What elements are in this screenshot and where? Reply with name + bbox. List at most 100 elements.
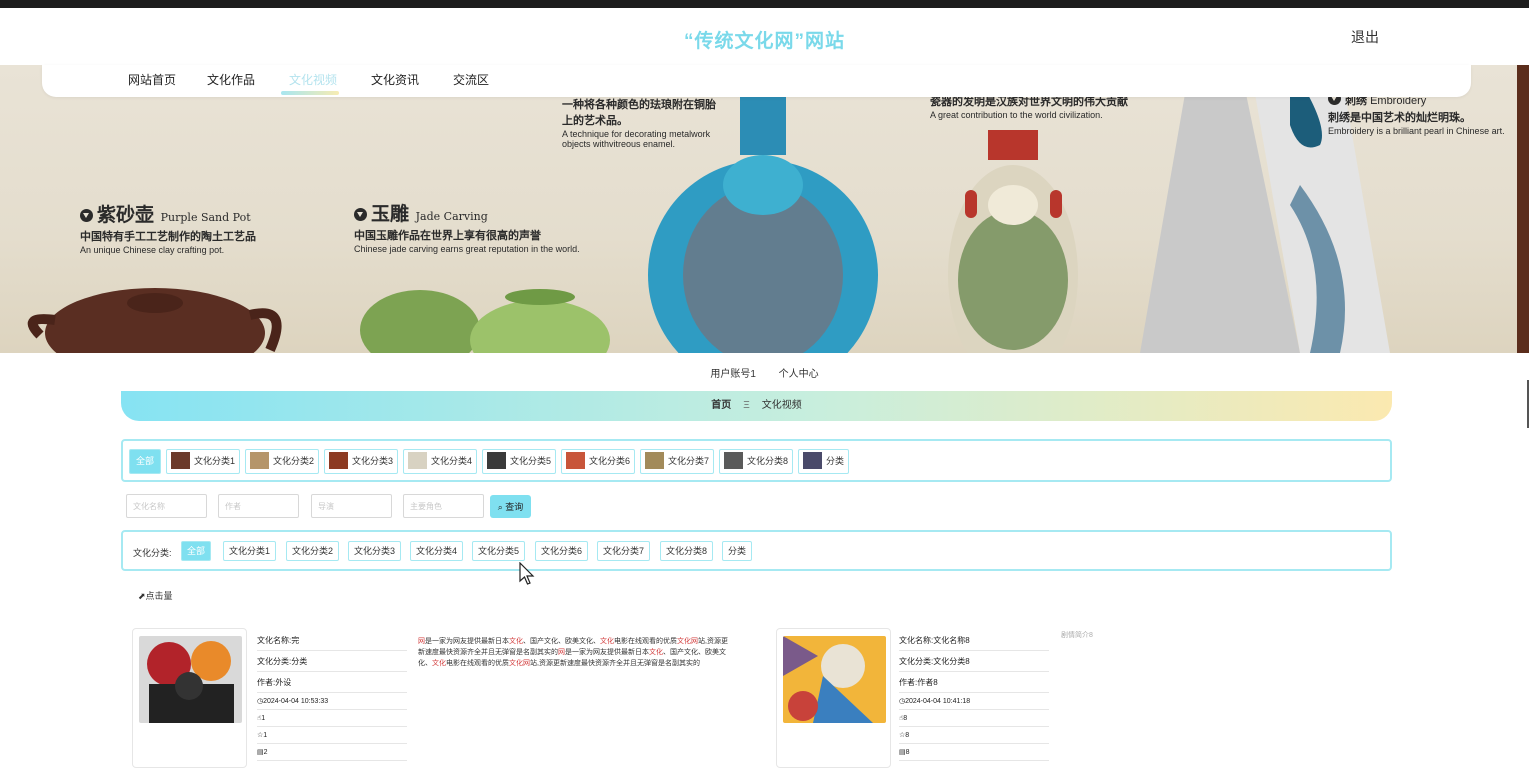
video-time: ◷2024-04-04 10:53:33 bbox=[257, 693, 407, 710]
user-center-link[interactable]: 个人中心 bbox=[779, 369, 819, 380]
filter-button[interactable]: 文化分类6 bbox=[535, 541, 589, 561]
search-name-input[interactable] bbox=[126, 494, 207, 518]
thumbnail-image bbox=[783, 636, 886, 723]
video-name: 文化名称:完 bbox=[257, 630, 407, 651]
category-filter: 文化分类: 全部 文化分类1 文化分类2 文化分类3 文化分类4 文化分类5 文… bbox=[121, 530, 1392, 571]
video-clicks: ▤2 bbox=[257, 744, 407, 761]
video-clicks: ▤8 bbox=[899, 744, 1049, 761]
video-brief-label: 剧情简介8 bbox=[1061, 632, 1093, 639]
highlight-text: 文化网 bbox=[677, 638, 698, 645]
category-thumb bbox=[803, 452, 822, 470]
highlight-text: 网 bbox=[418, 638, 425, 645]
nav-home[interactable]: 网站首页 bbox=[128, 71, 176, 88]
video-favorites: ☆8 bbox=[899, 727, 1049, 744]
video-likes: ☝1 bbox=[257, 710, 407, 727]
filter-button[interactable]: 文化分类3 bbox=[348, 541, 402, 561]
description-text: 电影在线观看的优质 bbox=[614, 638, 677, 645]
site-title: “传统文化网”网站 bbox=[683, 31, 845, 52]
filter-button[interactable]: 文化分类1 bbox=[223, 541, 277, 561]
filter-button[interactable]: 文化分类4 bbox=[410, 541, 464, 561]
filter-button[interactable]: 文化分类2 bbox=[286, 541, 340, 561]
nav-works[interactable]: 文化作品 bbox=[207, 71, 255, 88]
category-button[interactable]: 文化分类1 bbox=[166, 449, 241, 474]
filter-all-button[interactable]: 全部 bbox=[181, 541, 212, 561]
caption-cloisonne: 一种将各种颜色的珐琅附在铜胎上的艺术品。 A technique for dec… bbox=[562, 99, 716, 149]
nav-videos[interactable]: 文化视频 bbox=[289, 71, 337, 88]
video-description: 网是一家为网友提供最新日本文化、国产文化、欧美文化、文化电影在线观看的优质文化网… bbox=[418, 636, 728, 669]
video-time: ◷2024-04-04 10:41:18 bbox=[899, 693, 1049, 710]
category-all-button[interactable]: 全部 bbox=[129, 449, 162, 474]
category-button[interactable]: 文化分类5 bbox=[482, 449, 557, 474]
user-bar: 用户账号1 个人中心 bbox=[0, 365, 1529, 380]
highlight-text: 文化网 bbox=[509, 660, 530, 667]
video-favorites: ☆1 bbox=[257, 727, 407, 744]
nav-active-indicator bbox=[281, 91, 339, 95]
category-thumb bbox=[250, 452, 269, 470]
category-thumb bbox=[408, 452, 427, 470]
category-button[interactable]: 文化分类6 bbox=[561, 449, 636, 474]
description-text: 是一家为网友提供最新日本 bbox=[565, 649, 649, 656]
description-text: 电影在线观看的优质 bbox=[446, 660, 509, 667]
nav-news[interactable]: 文化资讯 bbox=[371, 71, 419, 88]
logout-link[interactable]: 退出 bbox=[1351, 27, 1379, 47]
category-thumb bbox=[645, 452, 664, 470]
category-thumb bbox=[487, 452, 506, 470]
breadcrumb-current: 文化视频 bbox=[761, 400, 802, 411]
nav-forum[interactable]: 交流区 bbox=[453, 71, 489, 88]
video-info: 文化名称:文化名称8 文化分类:文化分类8 作者:作者8 ◷2024-04-04… bbox=[899, 630, 1049, 761]
breadcrumb-home[interactable]: 首页 bbox=[711, 400, 731, 411]
category-button[interactable]: 文化分类4 bbox=[403, 449, 478, 474]
category-button[interactable]: 文化分类3 bbox=[324, 449, 399, 474]
hero-banner: 紫砂壶 Purple Sand Pot 中国特有手工工艺制作的陶土工艺品 An … bbox=[0, 65, 1529, 353]
search-author-input[interactable] bbox=[218, 494, 299, 518]
mouse-cursor-icon bbox=[519, 562, 535, 585]
video-author: 作者:作者8 bbox=[899, 672, 1049, 693]
filter-button[interactable]: 文化分类5 bbox=[472, 541, 526, 561]
caption-marker-icon bbox=[354, 208, 367, 221]
description-text: 是一家为网友提供最新日本 bbox=[425, 638, 509, 645]
highlight-text: 文化 bbox=[432, 660, 446, 667]
banner-dot[interactable] bbox=[755, 354, 769, 358]
document-icon: ▤ bbox=[257, 749, 264, 756]
video-card[interactable] bbox=[776, 628, 891, 768]
video-likes: ☝8 bbox=[899, 710, 1049, 727]
banner-dot[interactable] bbox=[736, 354, 750, 358]
search-actor-input[interactable] bbox=[403, 494, 484, 518]
video-category: 文化分类:文化分类8 bbox=[899, 651, 1049, 672]
video-info: 文化名称:完 文化分类:分类 作者:外设 ◷2024-04-04 10:53:3… bbox=[257, 630, 407, 761]
category-thumb bbox=[329, 452, 348, 470]
category-button[interactable]: 文化分类2 bbox=[245, 449, 320, 474]
breadcrumb: 首页 Ξ 文化视频 bbox=[121, 391, 1392, 421]
video-card[interactable] bbox=[132, 628, 247, 768]
category-picker: 全部 文化分类1 文化分类2 文化分类3 文化分类4 文化分类5 文化分类6 文… bbox=[121, 439, 1392, 482]
document-icon: ▤ bbox=[899, 749, 906, 756]
video-thumbnail[interactable] bbox=[139, 636, 242, 723]
category-thumb bbox=[171, 452, 190, 470]
chart-icon: ⬈ bbox=[138, 591, 146, 601]
category-button[interactable]: 分类 bbox=[798, 449, 850, 474]
video-category: 文化分类:分类 bbox=[257, 651, 407, 672]
description-text: 站,资源更新速度最快资源齐全并且无弹窗是名副其实的 bbox=[530, 660, 700, 667]
category-button[interactable]: 文化分类7 bbox=[640, 449, 715, 474]
highlight-text: 网 bbox=[558, 649, 565, 656]
search-icon: ⌕ bbox=[497, 502, 503, 512]
sort-by-clicks[interactable]: ⬈点击量 bbox=[138, 589, 173, 602]
user-account-link[interactable]: 用户账号1 bbox=[710, 369, 756, 380]
caption-purple-sand-pot: 紫砂壶 Purple Sand Pot 中国特有手工工艺制作的陶土工艺品 An … bbox=[80, 204, 256, 255]
video-name: 文化名称:文化名称8 bbox=[899, 630, 1049, 651]
filter-button[interactable]: 文化分类8 bbox=[660, 541, 714, 561]
search-button[interactable]: ⌕ 查询 bbox=[490, 495, 531, 518]
filter-label: 文化分类: bbox=[133, 548, 172, 558]
caption-jade-carving: 玉雕 Jade Carving 中国玉雕作品在世界上享有很高的声誉 Chines… bbox=[354, 203, 580, 254]
site-header: “传统文化网”网站 退出 bbox=[0, 8, 1529, 65]
highlight-text: 文化 bbox=[509, 638, 523, 645]
description-text: 、国产文化、欧美文化、 bbox=[523, 638, 600, 645]
video-thumbnail[interactable] bbox=[783, 636, 886, 723]
category-button[interactable]: 文化分类8 bbox=[719, 449, 794, 474]
search-director-input[interactable] bbox=[311, 494, 392, 518]
category-thumb bbox=[566, 452, 585, 470]
filter-button[interactable]: 分类 bbox=[722, 541, 753, 561]
caption-embroidery: 刺绣 Embroidery 刺绣是中国艺术的灿烂明珠。 Embroidery i… bbox=[1328, 92, 1505, 136]
filter-button[interactable]: 文化分类7 bbox=[597, 541, 651, 561]
highlight-text: 文化 bbox=[649, 649, 663, 656]
